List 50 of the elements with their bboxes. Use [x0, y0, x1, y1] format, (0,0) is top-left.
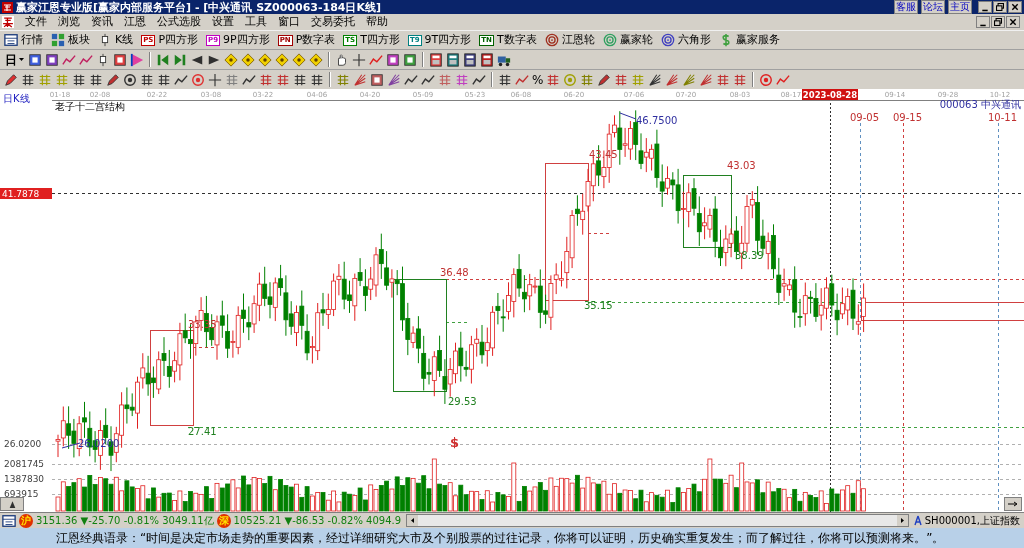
menu-item[interactable]: 公式选股	[157, 13, 201, 31]
index-badge: 深	[216, 513, 231, 528]
period-dropdown[interactable]: 日	[4, 50, 25, 69]
index-quote: 3151.36 ▼-25.70 -0.81% 3049.11亿	[36, 514, 214, 528]
period-label: 日K线	[3, 93, 30, 104]
toolbar-button[interactable]: 江恩轮	[544, 31, 595, 49]
toolbar-button[interactable]: 板块	[51, 31, 90, 49]
window-title: 赢家江恩专业版[赢家内部服务平台] - [中兴通讯 SZ000063-184日K线]	[16, 1, 382, 13]
price-annotation: 36.48	[440, 267, 469, 278]
index-code: SH000001,上证指数	[924, 514, 1021, 528]
price-annotation: 09-15	[893, 112, 923, 123]
volume-axis-label: 693915	[4, 489, 39, 499]
volume-axis-label: 1387830	[4, 474, 45, 484]
quote-text: 江恩经典语录：“时间是决定市场走势的重要因素，经过详细研究大市及个别股票的过往记录，你将可以证明，历史确实重复发生；而了解过往，你将可以预测将来。”。	[56, 530, 945, 547]
price-annotation: 35.15	[584, 300, 613, 311]
price-annotation: 46.7500	[636, 115, 678, 126]
price-annotation: 10-11	[988, 112, 1018, 123]
menu-item[interactable]: 交易委托	[311, 13, 355, 31]
title-link[interactable]: 客服	[894, 0, 918, 14]
date-marker: 2023-08-28	[802, 89, 858, 100]
price-annotation: 33.35	[188, 319, 217, 330]
menu-item[interactable]: 江恩	[124, 13, 146, 31]
volume-axis-label: 2081745	[4, 459, 45, 469]
price-annotation: 43.03	[727, 160, 756, 171]
menu-item[interactable]: 窗口	[278, 13, 300, 31]
toolbar-button[interactable]: 赢家服务	[718, 31, 780, 49]
price-annotation: $	[450, 435, 460, 450]
price-annotation: 26.0200	[78, 438, 120, 449]
menu-item[interactable]: 浏览	[58, 13, 80, 31]
toolbar-button[interactable]: 赢家轮	[602, 31, 653, 49]
percent-button[interactable]: %	[532, 72, 544, 87]
price-annotation: 29.53	[448, 396, 477, 407]
price-axis-label: 26.0200	[4, 439, 42, 449]
menu-item[interactable]: 设置	[212, 13, 234, 31]
chart-title: 老子十二宫结构	[55, 101, 125, 112]
toolbar-button[interactable]: 行情	[4, 31, 43, 49]
stock-name: 000063 中兴通讯	[939, 99, 1021, 110]
index-quote: 10525.21 ▼-86.53 -0.82% 4094.9	[233, 514, 402, 528]
toolbar-button[interactable]: K线	[98, 31, 134, 49]
index-badge: 沪	[19, 513, 33, 528]
price-annotation: 27.41	[188, 426, 217, 437]
title-link[interactable]: 论坛	[921, 0, 945, 14]
price-annotation: 09-05	[850, 112, 880, 123]
toolbar-button[interactable]: 六角形	[660, 31, 711, 49]
title-link[interactable]: 主页	[948, 0, 972, 14]
menu-item[interactable]: 资讯	[91, 13, 113, 31]
menu-item[interactable]: 工具	[245, 13, 267, 31]
menu-item[interactable]: 帮助	[366, 13, 388, 31]
cursor-price-label: 41.7878	[0, 188, 52, 199]
menu-item[interactable]: 文件	[25, 13, 47, 31]
